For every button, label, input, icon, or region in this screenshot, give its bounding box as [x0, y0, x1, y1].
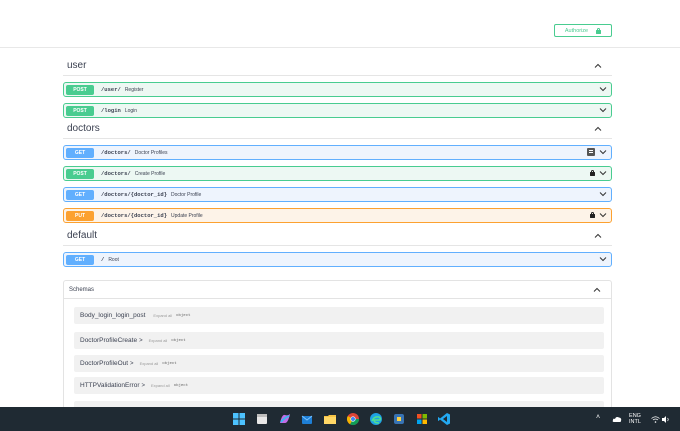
lock-icon[interactable]: [590, 212, 595, 218]
chevron-right-icon: >: [141, 382, 145, 389]
operation-summary: Doctor Profile: [171, 191, 202, 198]
chevron-down-icon[interactable]: [599, 106, 607, 114]
expand-all-link[interactable]: Expand all: [140, 361, 159, 366]
top-bar: Authorize: [0, 0, 680, 48]
schemas-header[interactable]: Schemas: [64, 281, 611, 299]
section-header-user[interactable]: user: [63, 56, 612, 76]
section-header-default[interactable]: default: [63, 226, 612, 246]
expand-all-link[interactable]: Expand all: [149, 338, 168, 343]
authorize-label: Authorize: [564, 27, 589, 34]
edge-icon[interactable]: [369, 412, 383, 426]
chevron-up-icon[interactable]: [594, 62, 602, 70]
section-title: user: [67, 60, 87, 71]
operation-path: /user/: [101, 86, 121, 93]
method-badge: GET: [66, 147, 94, 158]
wifi-icon[interactable]: [651, 416, 660, 423]
schemas-panel: Schemas Body_login_login_post Expand all…: [63, 280, 612, 410]
chevron-up-icon[interactable]: [593, 286, 601, 294]
schema-type: object: [176, 313, 191, 318]
operation-summary: Update Profile: [171, 212, 203, 219]
swagger-ui-page: Authorize user POST /user/ Register POST…: [0, 0, 680, 431]
operation-path: /doctors/{doctor_id}: [101, 212, 168, 219]
operation-summary: Root: [108, 256, 119, 263]
chevron-up-icon[interactable]: [594, 232, 602, 240]
expand-all-link[interactable]: Expand all: [151, 383, 170, 388]
schema-name: DoctorProfileCreate: [80, 337, 138, 344]
onedrive-cloud-icon[interactable]: [612, 416, 622, 423]
operation-post-user[interactable]: POST /user/ Register: [63, 82, 612, 97]
section-title: default: [67, 230, 98, 241]
schema-row-body-login[interactable]: Body_login_login_post Expand all object: [74, 307, 604, 324]
schema-name: Body_login_login_post: [80, 312, 146, 319]
chevron-down-icon[interactable]: [599, 211, 607, 219]
chevron-right-icon: >: [130, 360, 134, 367]
language-indicator[interactable]: ENG INTL: [628, 413, 642, 425]
windows-start-icon[interactable]: [232, 412, 246, 426]
operation-get-root[interactable]: GET / Root: [63, 252, 612, 267]
method-badge: PUT: [66, 210, 94, 221]
operation-path: /login: [101, 107, 121, 114]
chevron-down-icon[interactable]: [599, 85, 607, 93]
schema-type: object: [173, 383, 189, 388]
operation-get-doctor-id[interactable]: GET /doctors/{doctor_id} Doctor Profile: [63, 187, 612, 202]
schema-name: DoctorProfileOut: [80, 360, 129, 367]
method-badge: POST: [66, 105, 94, 116]
operation-path: /doctors/{doctor_id}: [101, 191, 168, 198]
folder-icon[interactable]: [323, 412, 337, 426]
method-badge: POST: [66, 168, 94, 179]
schema-row-http-validation-error[interactable]: HTTPValidationError > Expand all object: [74, 377, 604, 394]
operation-path: /: [101, 256, 105, 263]
chevron-down-icon[interactable]: [599, 148, 607, 156]
section-doctors: doctors GET /doctors/ Doctor Profiles PO…: [63, 119, 612, 223]
operation-post-doctors[interactable]: POST /doctors/ Create Profile: [63, 166, 612, 181]
operation-summary: Register: [124, 86, 144, 93]
chevron-down-icon[interactable]: [599, 190, 607, 198]
operation-get-doctors[interactable]: GET /doctors/ Doctor Profiles: [63, 145, 612, 160]
schema-name: HTTPValidationError: [80, 382, 140, 389]
vscode-icon[interactable]: [437, 412, 451, 426]
chevron-right-icon: >: [139, 337, 143, 344]
schema-row-doctor-profile-create[interactable]: DoctorProfileCreate > Expand all object: [74, 332, 604, 349]
section-default: default GET / Root: [63, 226, 612, 267]
keyboard-layout: INTL: [629, 419, 641, 425]
expand-all-link[interactable]: Expand all: [153, 313, 172, 318]
calendar-icon[interactable]: [255, 412, 269, 426]
operation-post-login[interactable]: POST /login Login: [63, 103, 612, 118]
operation-summary: Login: [124, 107, 138, 114]
outlook-icon[interactable]: [300, 412, 314, 426]
chevron-up-icon[interactable]: ˄: [596, 414, 600, 421]
copilot-icon[interactable]: [278, 412, 292, 426]
chevron-up-icon[interactable]: [594, 125, 602, 133]
chevron-down-icon[interactable]: [599, 169, 607, 177]
schema-type: object: [171, 338, 186, 343]
python-icon[interactable]: [392, 412, 406, 426]
authorize-button[interactable]: Authorize: [554, 24, 612, 37]
taskbar: ˄ ENG INTL: [0, 407, 680, 431]
schema-type: object: [162, 361, 177, 366]
method-badge: GET: [66, 189, 94, 200]
method-badge: GET: [66, 254, 94, 265]
lock-icon[interactable]: [590, 170, 595, 176]
operation-summary: Doctor Profiles: [134, 149, 168, 156]
operation-put-doctor-id[interactable]: PUT /doctors/{doctor_id} Update Profile: [63, 208, 612, 223]
schemas-title: Schemas: [69, 286, 95, 293]
volume-icon[interactable]: [662, 416, 670, 423]
operation-summary: Create Profile: [134, 170, 166, 177]
section-title: doctors: [67, 123, 100, 134]
method-badge: POST: [66, 84, 94, 95]
document-icon[interactable]: [587, 148, 595, 156]
store-icon[interactable]: [415, 412, 429, 426]
chrome-icon[interactable]: [346, 412, 360, 426]
lock-icon: [596, 27, 602, 34]
section-header-doctors[interactable]: doctors: [63, 119, 612, 139]
section-user: user POST /user/ Register POST /login Lo…: [63, 56, 612, 118]
operation-path: /doctors/: [101, 170, 131, 177]
chevron-down-icon[interactable]: [599, 255, 607, 263]
operation-path: /doctors/: [101, 149, 131, 156]
schema-row-doctor-profile-out[interactable]: DoctorProfileOut > Expand all object: [74, 355, 604, 372]
